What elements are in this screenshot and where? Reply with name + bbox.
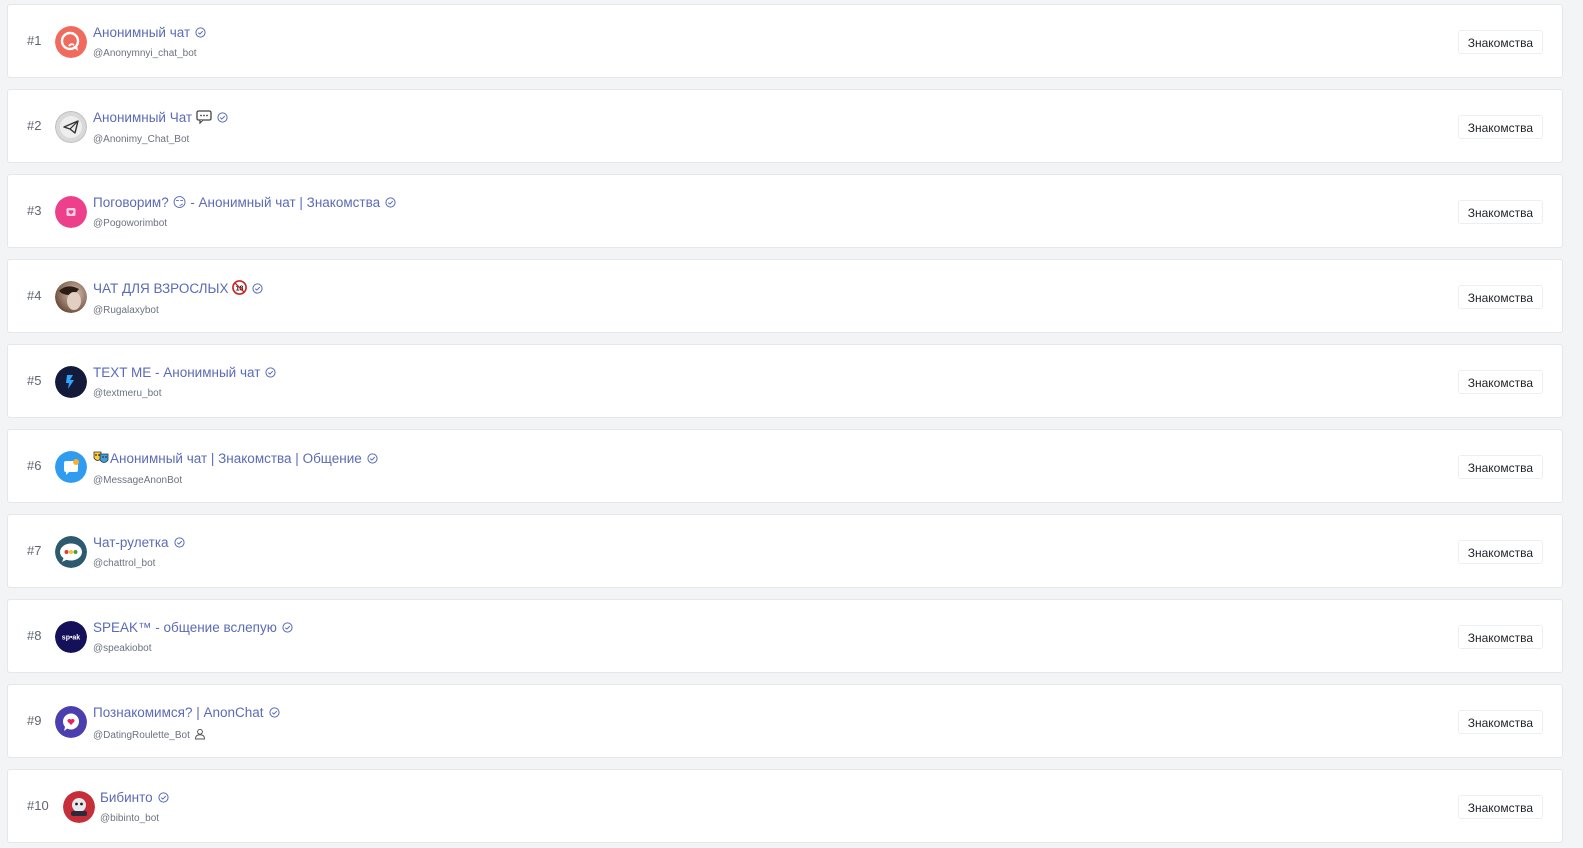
masks-emoji [93,450,109,469]
bot-rating-list: #1 Анонимный чат @Anonymnyi_chat_bot Зна… [0,0,1583,848]
verified-check-icon [282,621,293,637]
bot-title[interactable]: ЧАТ ДЛЯ ВЗРОСЛЫХ 18 [93,280,264,299]
rank-number: #1 [27,33,42,48]
category-tag[interactable]: Знакомства [1457,710,1543,734]
text-me-avatar[interactable] [55,366,87,398]
rank-number: #6 [27,458,42,473]
bot-handle: @DatingRoulette_Bot [93,728,280,744]
bot-handle: @Pogoworimbot [93,218,168,229]
category-tag[interactable]: Знакомства [1457,795,1543,819]
purple-heart-avatar[interactable] [55,706,87,738]
category-tag[interactable]: Знакомства [1457,200,1543,224]
bot-title[interactable]: Анонимный чат [93,25,206,42]
photo-avatar[interactable] [55,281,87,313]
bot-title[interactable]: Поговорим? 😏 - Анонимный чат | Знакомств… [93,195,396,212]
bot-handle: @Rugalaxybot [93,305,159,316]
bot-row[interactable]: #10 Бибинто @bibinto_bot Знакомства [7,769,1563,843]
bot-title[interactable]: Анонимный Чат [93,110,228,128]
bot-handle: @Anonimy_Chat_Bot [93,134,190,145]
category-tag[interactable]: Знакомства [1457,285,1543,309]
paper-plane-avatar[interactable] [55,111,87,143]
verified-check-icon [385,196,396,212]
verified-check-icon [173,536,185,552]
category-tag[interactable]: Знакомства [1457,455,1543,479]
pink-heart-avatar[interactable] [55,196,87,228]
bot-row[interactable]: #4 ЧАТ ДЛЯ ВЗРОСЛЫХ 18 @Rugalaxybot Знако… [7,259,1563,333]
verified-check-icon [265,366,276,382]
dots-bubble-avatar[interactable] [55,536,87,568]
bot-row[interactable]: #2 Анонимный Чат @Anonimy_Chat_Bot Знако… [7,89,1563,163]
red-chat-bubble-avatar[interactable] [55,26,87,58]
user-icon [194,728,206,744]
rank-number: #3 [27,203,42,218]
verified-check-icon [252,282,264,298]
bot-handle: @bibinto_bot [100,813,160,824]
bot-title[interactable]: Познакомимся? | AnonChat [93,705,280,722]
verified-check-icon [195,26,206,42]
bot-row[interactable]: #6 Анонимный чат | Знакомства | Общение … [7,429,1563,503]
category-tag[interactable]: Знакомства [1457,625,1543,649]
verified-check-icon [268,706,280,722]
bot-row[interactable]: #5 TEXT ME - Анонимный чат @textmeru_bot… [7,344,1563,418]
bibinto-avatar[interactable] [63,791,95,823]
rank-number: #2 [27,118,42,133]
verified-check-icon [217,111,228,127]
bot-handle: @textmeru_bot [93,388,162,399]
bot-row[interactable]: #8 sp•ak SPEAK™ - общение вслепую @speak… [7,599,1563,673]
speak-logo-avatar[interactable]: sp•ak [55,621,87,653]
bot-row[interactable]: #9 Познакомимся? | AnonChat @DatingRoule… [7,684,1563,758]
category-tag[interactable]: Знакомства [1457,370,1543,394]
rank-number: #4 [27,288,42,303]
category-tag[interactable]: Знакомства [1457,540,1543,564]
rank-number: #8 [27,628,42,643]
rank-number: #7 [27,543,42,558]
bot-handle: @chattrol_bot [93,558,156,569]
blue-message-avatar[interactable] [55,451,87,483]
bot-title[interactable]: SPEAK™ - общение вслепую [93,620,293,637]
verified-check-icon [367,452,378,468]
bot-handle: @Anonymnyi_chat_bot [93,48,197,59]
bot-row[interactable]: #1 Анонимный чат @Anonymnyi_chat_bot Зна… [7,4,1563,78]
18-plus-emoji: 18 [232,280,248,299]
rank-number: #5 [27,373,42,388]
bot-row[interactable]: #3 Поговорим? 😏 - Анонимный чат | Знаком… [7,174,1563,248]
bot-title[interactable]: Анонимный чат | Знакомства | Общение [93,450,378,469]
bot-handle: @MessageAnonBot [93,475,183,486]
category-tag[interactable]: Знакомства [1457,30,1543,54]
speak-logo-text: sp•ak [62,635,81,642]
bot-row[interactable]: #7 Чат-рулетка @chattrol_bot Знакомства [7,514,1563,588]
verified-check-icon [158,791,169,807]
bot-title[interactable]: Бибинто [100,790,169,807]
bot-title[interactable]: Чат-рулетка [93,535,185,552]
category-tag[interactable]: Знакомства [1457,115,1543,139]
rank-number: #10 [27,798,49,813]
rank-number: #9 [27,713,42,728]
bot-title[interactable]: TEXT ME - Анонимный чат [93,365,276,382]
bot-handle: @speakiobot [93,643,152,654]
speech-balloon-emoji [196,110,212,128]
